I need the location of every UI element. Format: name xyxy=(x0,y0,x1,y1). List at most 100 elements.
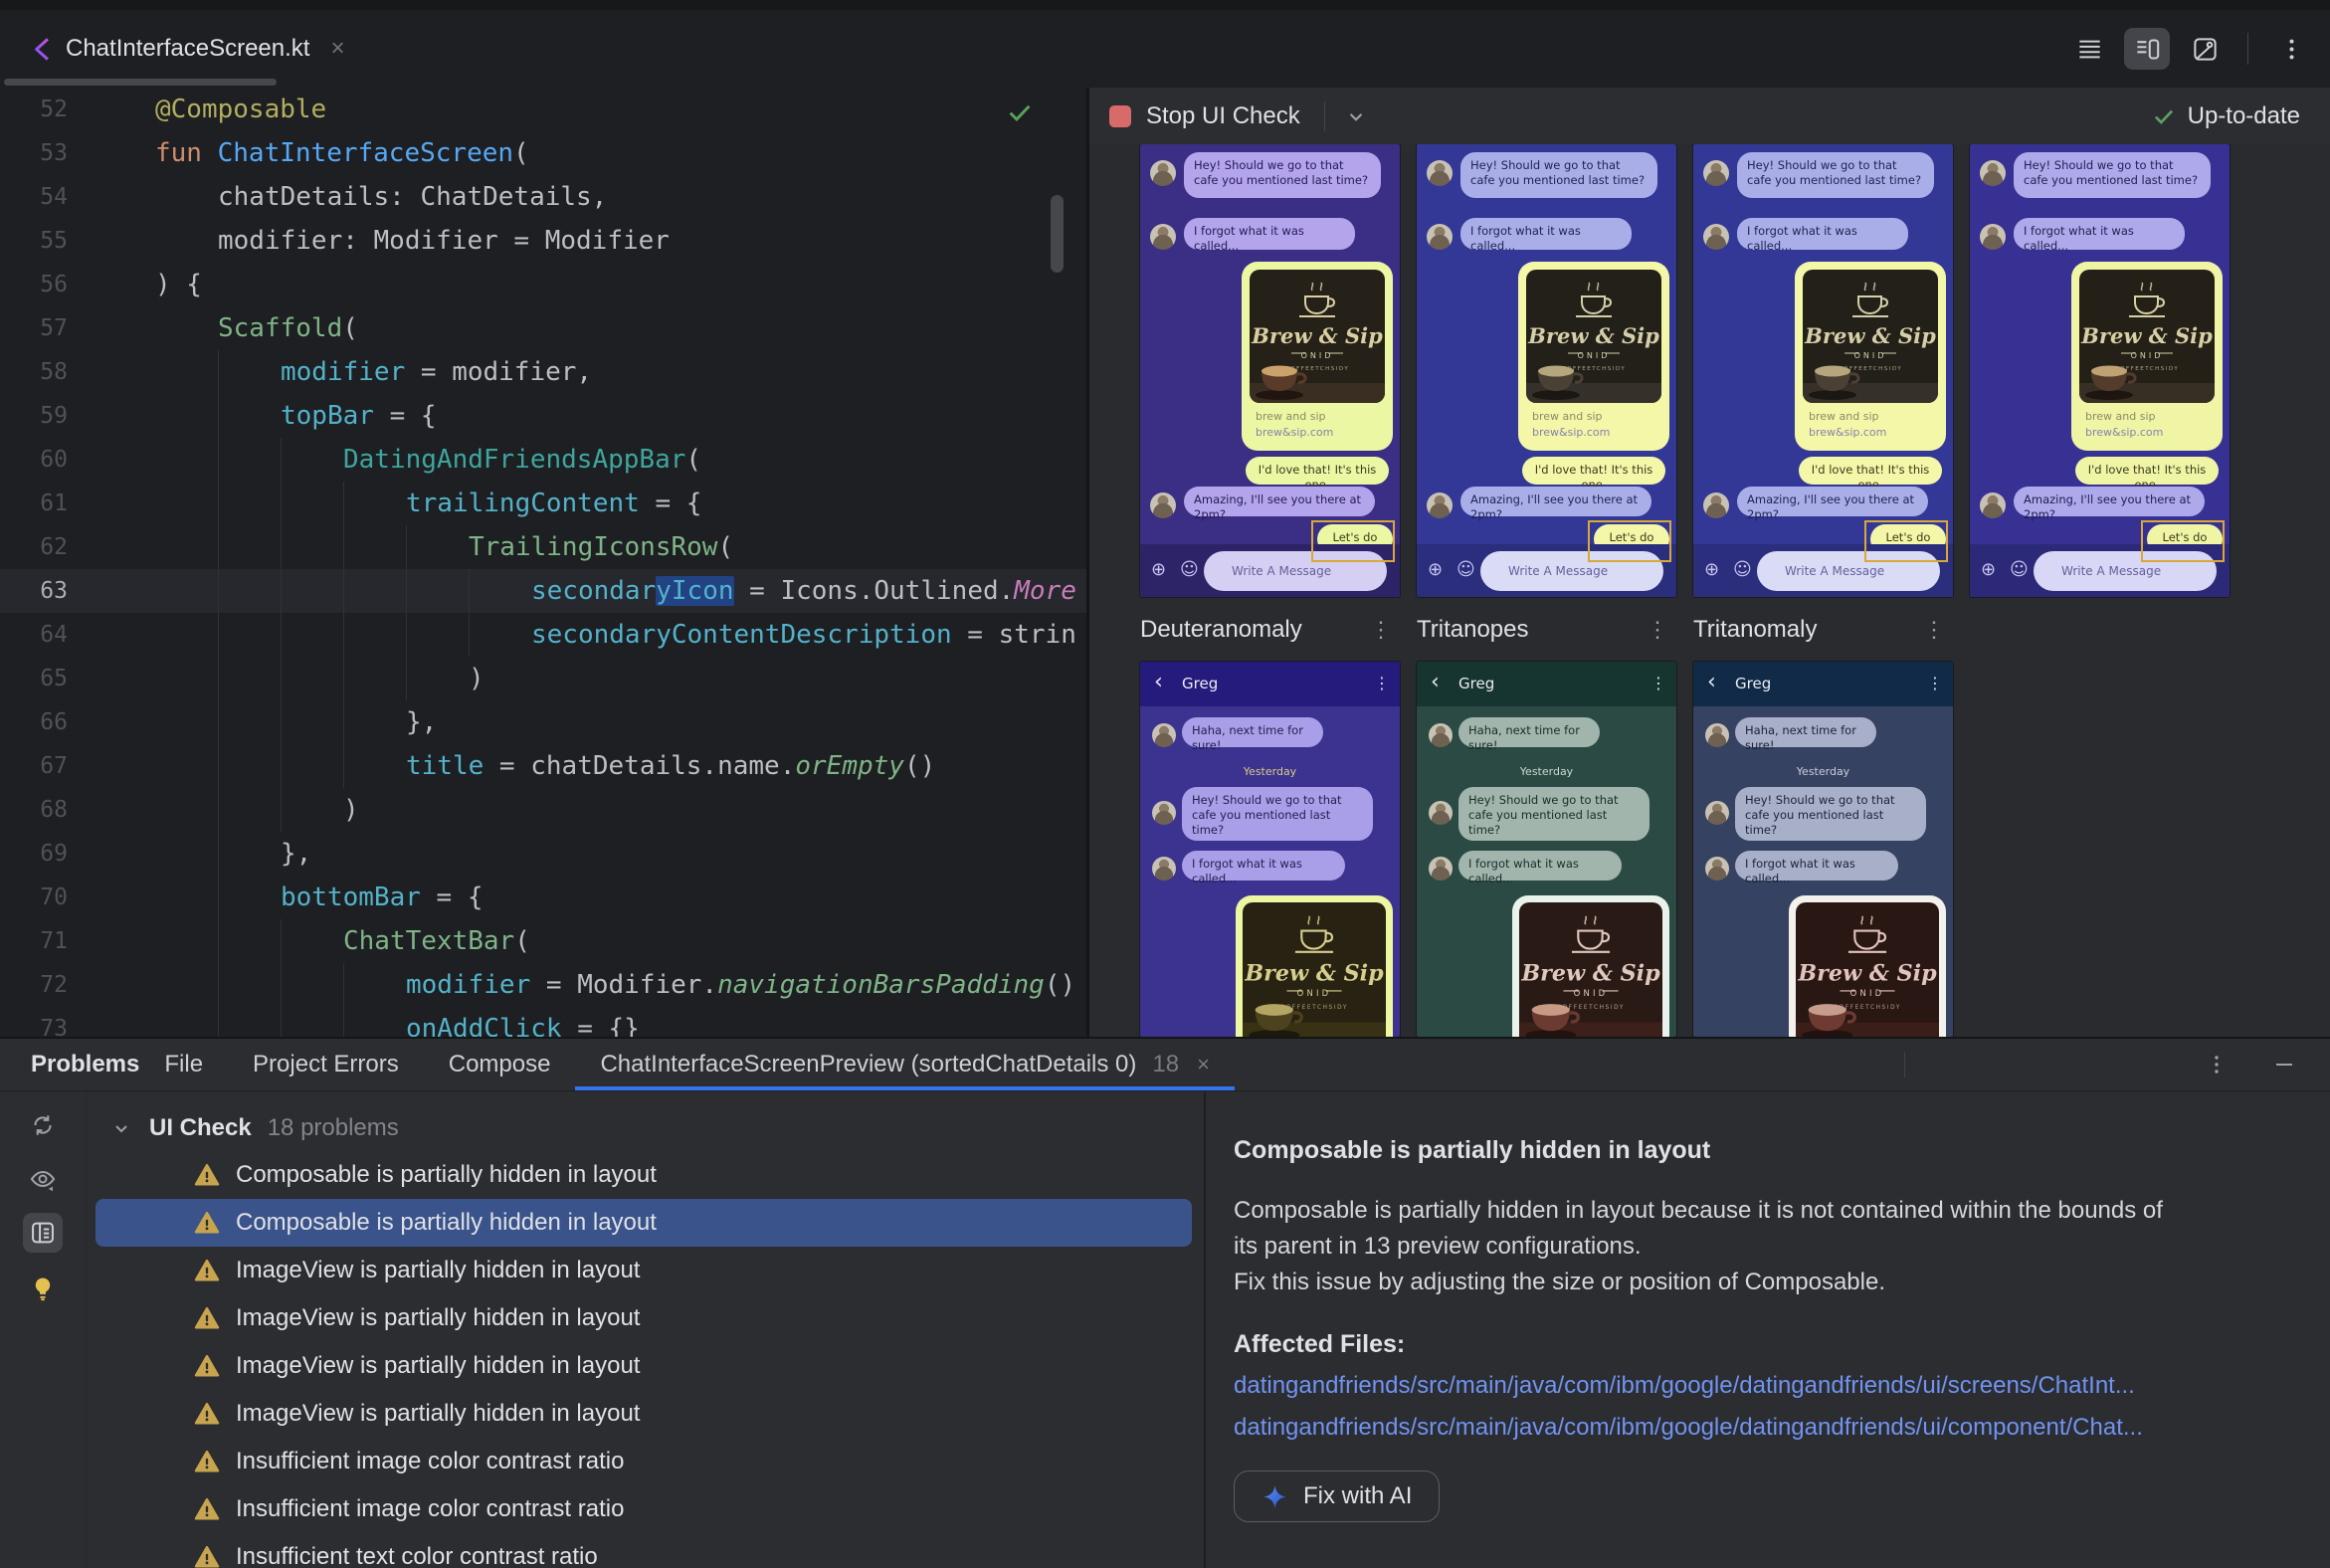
problem-item[interactable]: Insufficient image color contrast ratio xyxy=(86,1438,1204,1485)
more-options-icon[interactable] xyxy=(2268,28,2314,70)
preview-scroll-area[interactable]: Hey! Should we go to that cafe you menti… xyxy=(1089,144,2330,1037)
design-view-icon[interactable] xyxy=(2182,28,2228,70)
uicheck-highlight-box xyxy=(1588,520,1671,562)
code-text: chatDetails: ChatDetails, xyxy=(218,182,608,212)
back-icon[interactable]: ‹ xyxy=(1707,670,1716,695)
appbar-kebab-icon[interactable]: ⋮ xyxy=(1927,674,1943,692)
code-line-69[interactable]: 69}, xyxy=(0,832,1086,876)
problems-group-row[interactable]: UI Check 18 problems xyxy=(86,1105,1204,1151)
code-line-53[interactable]: 53 fun ChatInterfaceScreen( xyxy=(0,131,1086,175)
emoji-icon[interactable]: ☺ xyxy=(2010,560,2029,580)
problem-item[interactable]: ImageView is partially hidden in layout xyxy=(86,1247,1204,1294)
preview-kebab-icon[interactable]: ⋮ xyxy=(1370,617,1392,643)
add-icon[interactable]: ⊕ xyxy=(1704,560,1719,580)
split-view-icon[interactable] xyxy=(2124,28,2170,70)
eye-icon[interactable] xyxy=(23,1159,63,1199)
back-icon[interactable]: ‹ xyxy=(1431,670,1440,695)
problem-item[interactable]: ImageView is partially hidden in layout xyxy=(86,1342,1204,1390)
add-icon[interactable]: ⊕ xyxy=(1151,560,1166,580)
affected-file-link-2[interactable]: datingandfriends/src/main/java/com/ibm/g… xyxy=(1234,1413,2290,1443)
link-card-url[interactable]: brew&sip.com xyxy=(1256,426,1385,440)
problem-item[interactable]: Insufficient text color contrast ratio xyxy=(86,1533,1204,1568)
add-icon[interactable]: ⊕ xyxy=(1428,560,1443,580)
tab-file[interactable]: File xyxy=(139,1039,228,1090)
preview-phone-row1-3[interactable]: Hey! Should we go to that cafe you menti… xyxy=(1693,144,1953,597)
appbar-kebab-icon[interactable]: ⋮ xyxy=(1650,674,1666,692)
preview-kebab-icon[interactable]: ⋮ xyxy=(1647,617,1668,643)
tab-close-icon[interactable]: × xyxy=(1197,1052,1210,1078)
tab-close-icon[interactable]: × xyxy=(330,37,344,61)
link-card-caption: brew and sip xyxy=(2085,410,2156,423)
emoji-icon[interactable]: ☺ xyxy=(1180,560,1199,580)
problem-item[interactable]: ImageView is partially hidden in layout xyxy=(86,1390,1204,1438)
preview-phone-row2-2[interactable]: ‹ Greg ⋮ Haha, next time for sure! Yesterday… xyxy=(1417,662,1676,1037)
code-line-66[interactable]: 66}, xyxy=(0,700,1086,744)
code-line-70[interactable]: 70 bottomBar = { xyxy=(0,876,1086,919)
preview-phone-row1-2[interactable]: Hey! Should we go to that cafe you menti… xyxy=(1417,144,1676,597)
code-line-62[interactable]: 62 TrailingIconsRow( xyxy=(0,525,1086,569)
code-line-72[interactable]: 72 modifier = Modifier.navigationBarsPadd… xyxy=(0,963,1086,1007)
code-line-61[interactable]: 61 trailingContent = { xyxy=(0,482,1086,525)
code-line-63[interactable]: 63 secondaryIcon = Icons.Outlined.More xyxy=(0,569,1086,613)
preview-label: Tritanopes xyxy=(1417,615,1529,643)
fix-with-ai-button[interactable]: Fix with AI xyxy=(1234,1470,1441,1522)
code-editor[interactable]: 52 @Composable 53 fun ChatInterfaceScreen(5… xyxy=(0,88,1086,1037)
back-icon[interactable]: ‹ xyxy=(1154,670,1163,695)
line-number: 56 xyxy=(40,272,68,297)
tab-compose[interactable]: Compose xyxy=(424,1039,576,1090)
lightbulb-icon[interactable] xyxy=(23,1269,63,1308)
details-panel-icon[interactable] xyxy=(23,1213,63,1253)
code-line-67[interactable]: 67 title = chatDetails.name.orEmpty() xyxy=(0,744,1086,788)
preview-phone-row2-1[interactable]: ‹ Greg ⋮ Haha, next time for sure! Yesterday… xyxy=(1140,662,1400,1037)
line-number: 62 xyxy=(40,534,68,560)
code-view-icon[interactable] xyxy=(2066,28,2112,70)
problem-item[interactable]: Composable is partially hidden in layout xyxy=(86,1151,1204,1199)
horizontal-scrollbar[interactable] xyxy=(4,79,277,86)
preview-phone-row1-1[interactable]: Hey! Should we go to that cafe you menti… xyxy=(1140,144,1400,597)
panel-kebab-icon[interactable] xyxy=(2205,1053,2229,1077)
minimize-icon[interactable] xyxy=(2272,1053,2296,1077)
tab-ui-check-preview[interactable]: ChatInterfaceScreenPreview (sortedChatDe… xyxy=(575,1039,1234,1090)
chevron-down-icon[interactable] xyxy=(109,1116,133,1140)
preview-kebab-icon[interactable]: ⋮ xyxy=(1923,617,1945,643)
code-line-56[interactable]: 56) { xyxy=(0,263,1086,306)
code-line-52[interactable]: 52 @Composable xyxy=(0,88,1086,131)
emoji-icon[interactable]: ☺ xyxy=(1456,560,1475,580)
inspection-ok-icon[interactable] xyxy=(1005,98,1035,127)
editor-tab[interactable]: ChatInterfaceScreen.kt × xyxy=(26,10,344,88)
code-line-65[interactable]: 65) xyxy=(0,657,1086,700)
problem-item-label: ImageView is partially hidden in layout xyxy=(236,1352,641,1379)
refresh-icon[interactable] xyxy=(23,1105,63,1145)
code-line-59[interactable]: 59 topBar = { xyxy=(0,394,1086,438)
problems-tab-bar: Problems File Project Errors Compose Cha… xyxy=(0,1039,2330,1091)
stop-ui-check-button[interactable]: Stop UI Check xyxy=(1146,102,1300,130)
emoji-icon[interactable]: ☺ xyxy=(1733,560,1752,580)
chevron-down-icon[interactable] xyxy=(1343,103,1369,129)
code-line-55[interactable]: 55 modifier: Modifier = Modifier xyxy=(0,219,1086,263)
code-line-57[interactable]: 57 Scaffold( xyxy=(0,306,1086,350)
code-line-58[interactable]: 58 modifier = modifier, xyxy=(0,350,1086,394)
code-line-71[interactable]: 71 ChatTextBar( xyxy=(0,919,1086,963)
tab-project-errors[interactable]: Project Errors xyxy=(228,1039,424,1090)
problem-item[interactable]: ImageView is partially hidden in layout xyxy=(86,1294,1204,1342)
code-line-54[interactable]: 54 chatDetails: ChatDetails, xyxy=(0,175,1086,219)
vertical-scrollbar[interactable] xyxy=(1051,195,1064,273)
preview-phone-row2-3[interactable]: ‹ Greg ⋮ Haha, next time for sure! Yesterday… xyxy=(1693,662,1953,1037)
chat-bubble: I forgot what it was called... xyxy=(1737,218,1908,253)
code-line-60[interactable]: 60 DatingAndFriendsAppBar( xyxy=(0,438,1086,482)
code-line-68[interactable]: 68) xyxy=(0,788,1086,832)
link-card-url[interactable]: brew&sip.com xyxy=(1532,426,1661,440)
appbar-kebab-icon[interactable]: ⋮ xyxy=(1374,674,1390,692)
link-card-url[interactable]: brew&sip.com xyxy=(1809,426,1938,440)
stop-icon[interactable] xyxy=(1109,104,1131,127)
problem-item[interactable]: Composable is partially hidden in layout xyxy=(96,1199,1192,1247)
problem-item[interactable]: Insufficient image color contrast ratio xyxy=(86,1485,1204,1533)
preview-phone-row1-4[interactable]: Hey! Should we go to that cafe you menti… xyxy=(1970,144,2230,597)
code-line-64[interactable]: 64 secondaryContentDescription = strin xyxy=(0,613,1086,657)
chat-bubble: Hey! Should we go to that cafe you menti… xyxy=(1737,152,1934,198)
link-card-url[interactable]: brew&sip.com xyxy=(2085,426,2215,440)
code-line-73[interactable]: 73 onAddClick = {} xyxy=(0,1007,1086,1037)
svg-text:Brew & Sip: Brew & Sip xyxy=(1804,323,1936,348)
affected-file-link-1[interactable]: datingandfriends/src/main/java/com/ibm/g… xyxy=(1234,1371,2290,1401)
add-icon[interactable]: ⊕ xyxy=(1981,560,1996,580)
